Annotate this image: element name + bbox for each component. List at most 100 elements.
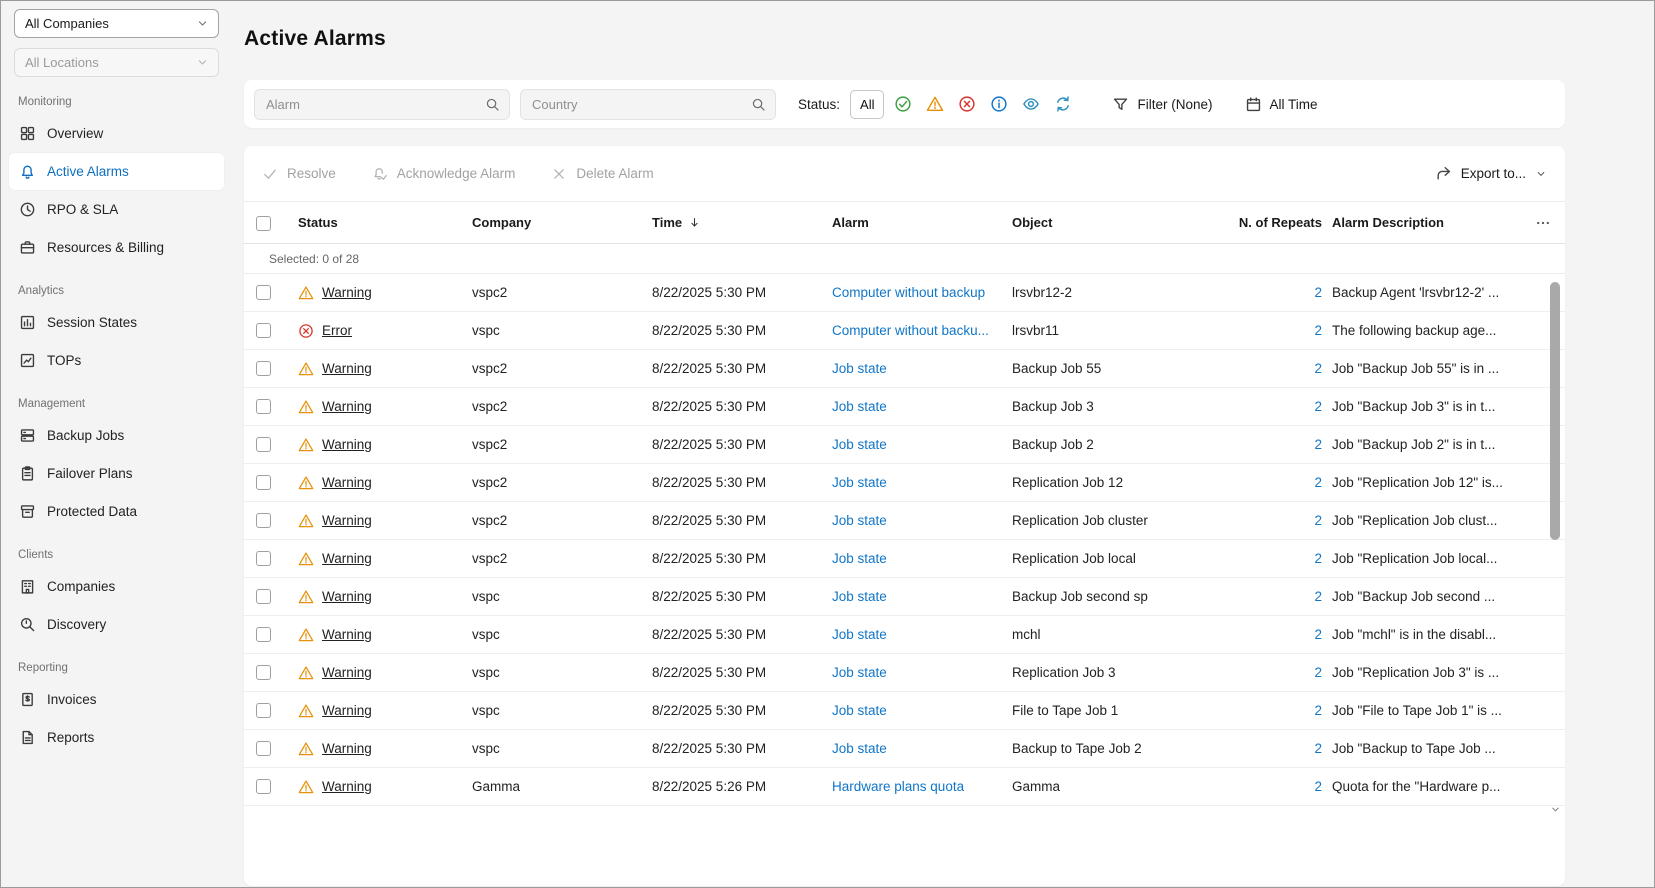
sidebar-item-active-alarms[interactable]: Active Alarms <box>9 153 224 190</box>
repeats-link[interactable]: 2 <box>1314 323 1322 338</box>
row-checkbox[interactable] <box>256 399 271 415</box>
column-header-company[interactable]: Company <box>472 215 652 230</box>
alarm-status-link[interactable]: Warning <box>322 665 372 680</box>
sidebar-item-failover-plans[interactable]: Failover Plans <box>9 455 224 492</box>
scrollbar-thumb[interactable] <box>1550 282 1560 540</box>
alarm-status-link[interactable]: Warning <box>322 627 372 642</box>
sidebar-item-session-states[interactable]: Session States <box>9 304 224 341</box>
column-header-alarm[interactable]: Alarm <box>832 215 1012 230</box>
sidebar-item-overview[interactable]: Overview <box>9 115 224 152</box>
alarm-type-link[interactable]: Job state <box>832 513 887 528</box>
row-checkbox[interactable] <box>256 741 271 757</box>
alarm-type-link[interactable]: Job state <box>832 551 887 566</box>
row-checkbox[interactable] <box>256 627 271 643</box>
repeats-link[interactable]: 2 <box>1314 551 1322 566</box>
repeats-link[interactable]: 2 <box>1314 589 1322 604</box>
repeats-link[interactable]: 2 <box>1314 361 1322 376</box>
sidebar-item-discovery[interactable]: Discovery <box>9 606 224 643</box>
alarm-type-link[interactable]: Job state <box>832 361 887 376</box>
row-checkbox[interactable] <box>256 665 271 681</box>
time-range-button[interactable]: All Time <box>1245 96 1318 113</box>
column-header-time[interactable]: Time <box>652 215 832 230</box>
sidebar-item-invoices[interactable]: Invoices <box>9 681 224 718</box>
alarm-type-link[interactable]: Job state <box>832 665 887 680</box>
repeats-link[interactable]: 2 <box>1314 285 1322 300</box>
scroll-down-arrow[interactable] <box>1549 802 1561 816</box>
sidebar-item-backup-jobs[interactable]: Backup Jobs <box>9 417 224 454</box>
alarm-type-link[interactable]: Job state <box>832 475 887 490</box>
repeats-link[interactable]: 2 <box>1314 741 1322 756</box>
sidebar-item-reports[interactable]: Reports <box>9 719 224 756</box>
alarm-status-link[interactable]: Warning <box>322 741 372 756</box>
status-filter-all[interactable]: All <box>850 89 885 119</box>
alarm-type-link[interactable]: Computer without backup <box>832 285 985 300</box>
row-checkbox[interactable] <box>256 437 271 453</box>
alarm-status-link[interactable]: Warning <box>322 703 372 718</box>
column-menu-icon[interactable] <box>1535 215 1551 231</box>
alarm-status-link[interactable]: Warning <box>322 285 372 300</box>
resolve-button[interactable]: Resolve <box>262 166 336 182</box>
alarm-status-link[interactable]: Warning <box>322 437 372 452</box>
company-filter-select[interactable]: All Companies <box>14 9 219 38</box>
sidebar-item-companies[interactable]: Companies <box>9 568 224 605</box>
alarm-status-link[interactable]: Warning <box>322 361 372 376</box>
country-search-input[interactable] <box>532 96 751 112</box>
alarm-type-link[interactable]: Job state <box>832 399 887 414</box>
object-cell: lrsvbr12-2 <box>1012 285 1073 300</box>
row-checkbox[interactable] <box>256 703 271 719</box>
repeats-link[interactable]: 2 <box>1314 475 1322 490</box>
repeats-link[interactable]: 2 <box>1314 703 1322 718</box>
export-button[interactable]: Export to... <box>1435 165 1547 182</box>
row-checkbox[interactable] <box>256 589 271 605</box>
status-filter-resolved[interactable] <box>889 91 916 118</box>
delete-alarm-button[interactable]: Delete Alarm <box>551 166 654 182</box>
status-filter-warning[interactable] <box>921 91 948 118</box>
time-cell: 8/22/2025 5:26 PM <box>652 779 767 794</box>
alarm-status-link[interactable]: Warning <box>322 589 372 604</box>
alarm-type-link[interactable]: Job state <box>832 627 887 642</box>
column-header-description[interactable]: Alarm Description <box>1332 215 1509 230</box>
status-filter-acknowledged[interactable] <box>1017 91 1044 118</box>
row-checkbox[interactable] <box>256 361 271 377</box>
alarm-status-link[interactable]: Warning <box>322 551 372 566</box>
repeats-link[interactable]: 2 <box>1314 513 1322 528</box>
repeats-link[interactable]: 2 <box>1314 665 1322 680</box>
sidebar-item-protected-data[interactable]: Protected Data <box>9 493 224 530</box>
repeats-link[interactable]: 2 <box>1314 627 1322 642</box>
row-checkbox[interactable] <box>256 513 271 529</box>
repeats-link[interactable]: 2 <box>1314 779 1322 794</box>
alarm-status-link[interactable]: Warning <box>322 475 372 490</box>
acknowledge-alarm-button[interactable]: Acknowledge Alarm <box>372 166 515 182</box>
table-scrollbar[interactable] <box>1549 276 1561 812</box>
alarm-type-link[interactable]: Job state <box>832 437 887 452</box>
status-filter-error[interactable] <box>953 91 980 118</box>
alarm-status-link[interactable]: Warning <box>322 399 372 414</box>
alarm-type-link[interactable]: Job state <box>832 703 887 718</box>
sidebar-item-tops[interactable]: TOPs <box>9 342 224 379</box>
row-checkbox[interactable] <box>256 323 271 339</box>
sidebar-item-rpo-sla[interactable]: RPO & SLA <box>9 191 224 228</box>
status-filter-in-progress[interactable] <box>1049 91 1076 118</box>
row-checkbox[interactable] <box>256 475 271 491</box>
alarm-search-input[interactable] <box>266 96 485 112</box>
filter-button[interactable]: Filter (None) <box>1112 96 1213 113</box>
alarm-status-link[interactable]: Warning <box>322 513 372 528</box>
column-header-status[interactable]: Status <box>298 215 472 230</box>
alarm-type-link[interactable]: Computer without backu... <box>832 323 989 338</box>
status-filter-info[interactable] <box>985 91 1012 118</box>
repeats-link[interactable]: 2 <box>1314 399 1322 414</box>
select-all-checkbox[interactable] <box>256 215 271 231</box>
column-header-repeats[interactable]: N. of Repeats <box>1214 215 1332 230</box>
alarm-status-link[interactable]: Warning <box>322 779 372 794</box>
column-header-object[interactable]: Object <box>1012 215 1214 230</box>
repeats-link[interactable]: 2 <box>1314 437 1322 452</box>
row-checkbox[interactable] <box>256 285 271 301</box>
alarm-status-link[interactable]: Error <box>322 323 352 338</box>
alarm-type-link[interactable]: Job state <box>832 741 887 756</box>
row-checkbox[interactable] <box>256 779 271 795</box>
sidebar-item-resources-billing[interactable]: Resources & Billing <box>9 229 224 266</box>
row-checkbox[interactable] <box>256 551 271 567</box>
alarm-type-link[interactable]: Hardware plans quota <box>832 779 964 794</box>
location-filter-select[interactable]: All Locations <box>14 48 219 77</box>
alarm-type-link[interactable]: Job state <box>832 589 887 604</box>
